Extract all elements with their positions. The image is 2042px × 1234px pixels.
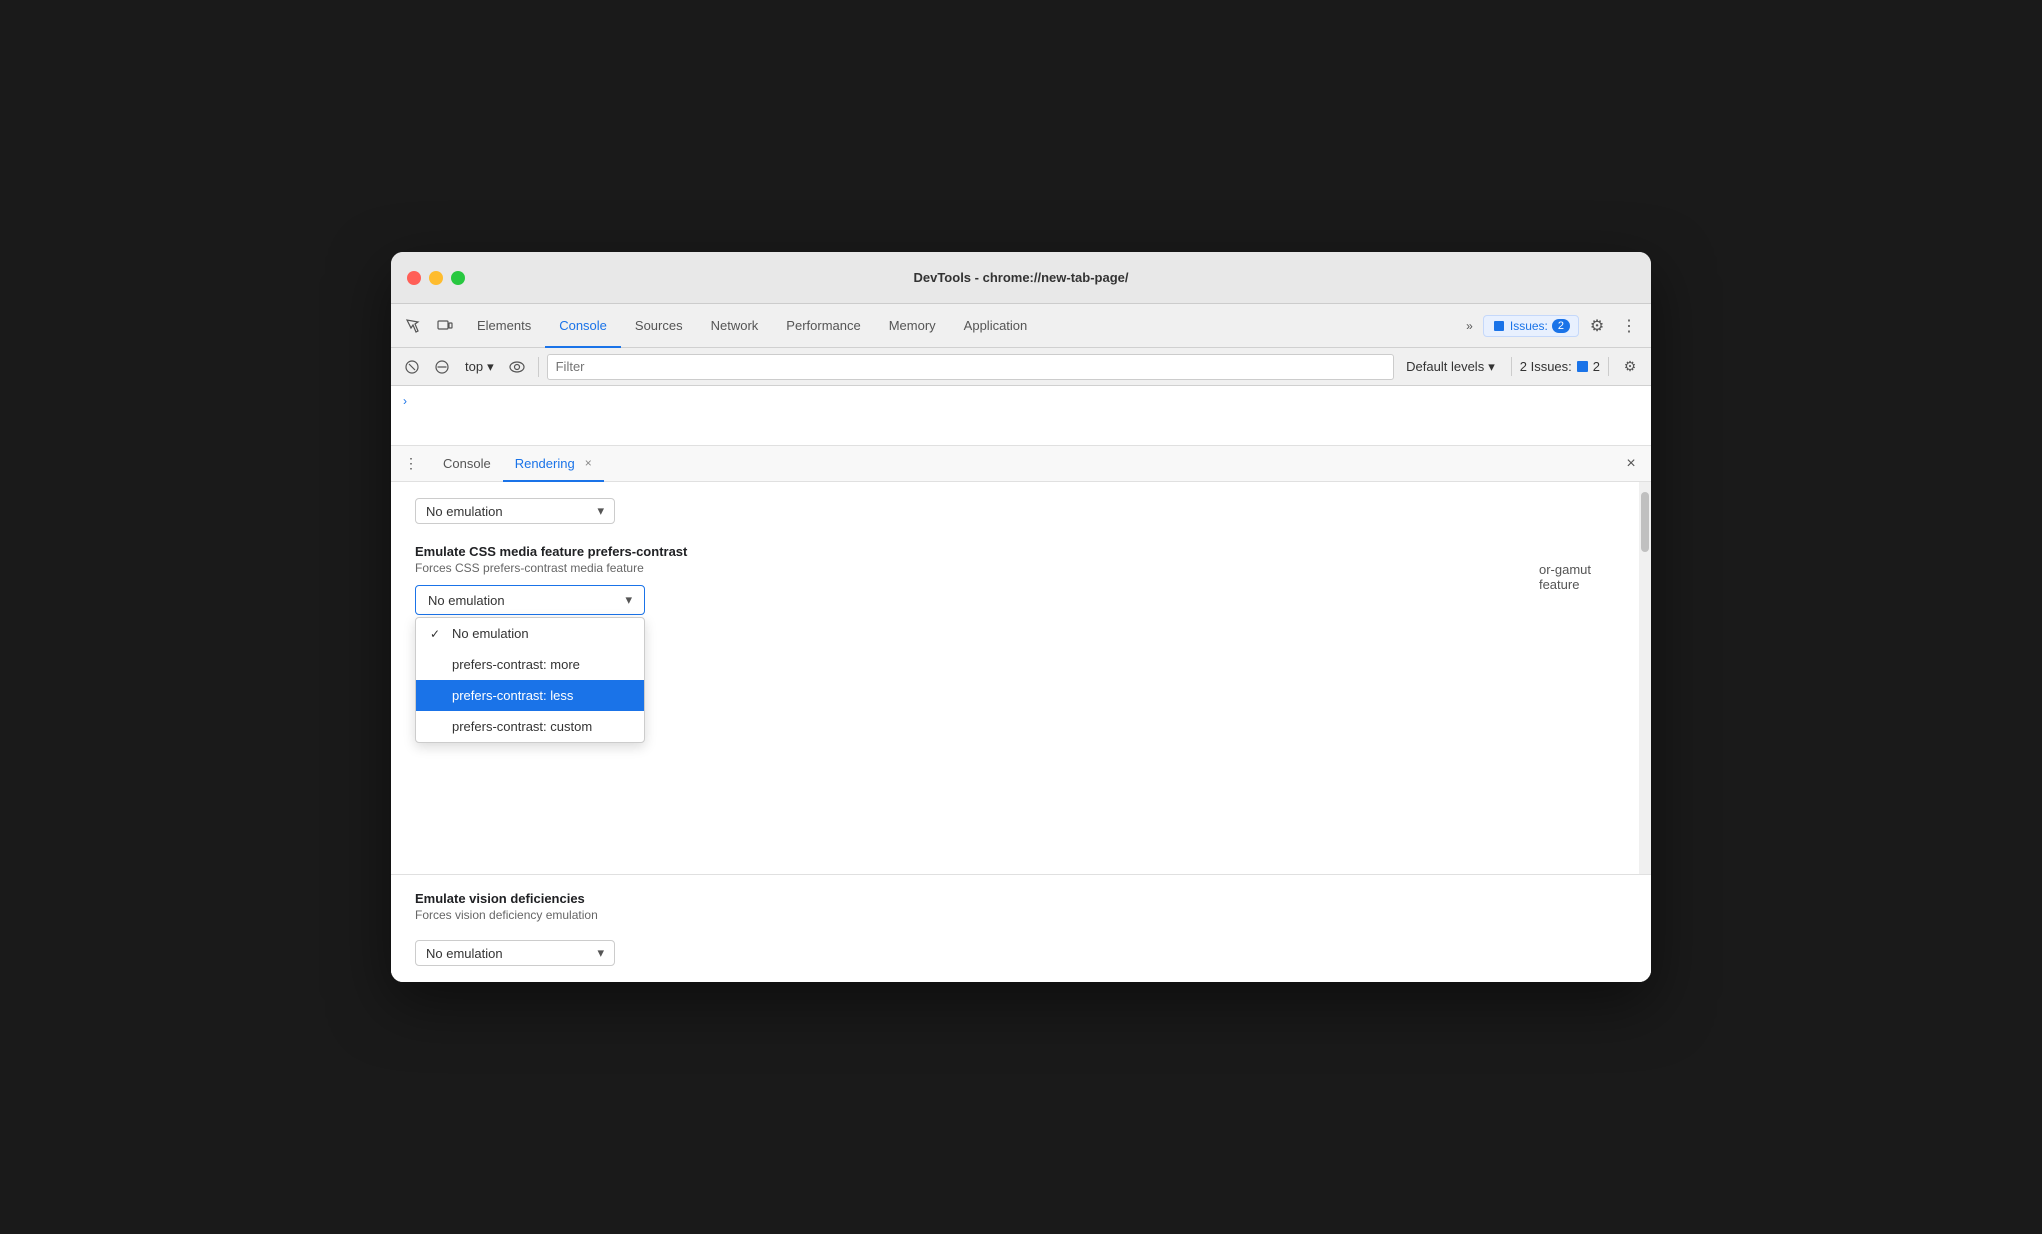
levels-label: Default levels [1406, 359, 1484, 374]
issues-badge: 2 [1552, 319, 1570, 333]
block-icon[interactable] [429, 354, 455, 380]
scrollbar[interactable] [1639, 482, 1651, 874]
vision-value: No emulation [426, 946, 503, 961]
menu-item-no-emulation[interactable]: ✓ No emulation [416, 618, 644, 649]
menu-item-label: prefers-contrast: more [452, 657, 580, 672]
vision-dropdown[interactable]: No emulation ▾ [415, 940, 615, 966]
prefers-contrast-dropdown[interactable]: No emulation ▾ [415, 585, 645, 615]
title-bar: DevTools - chrome://new-tab-page/ [391, 252, 1651, 304]
tab-sources[interactable]: Sources [621, 304, 697, 348]
prefers-contrast-arrow-icon: ▾ [625, 592, 632, 608]
panel-close-button[interactable]: × [1619, 452, 1643, 476]
right-line1: or-gamut [1539, 562, 1591, 577]
menu-item-less[interactable]: prefers-contrast: less [416, 680, 644, 711]
context-dropdown-icon: ▾ [487, 359, 494, 375]
panel-tab-console[interactable]: Console [431, 446, 503, 482]
issues-number: 2 [1593, 359, 1600, 374]
divider [538, 357, 539, 377]
prefers-contrast-menu: ✓ No emulation prefers-contrast: more pr… [415, 617, 645, 743]
inspect-element-icon[interactable] [399, 312, 427, 340]
tab-performance[interactable]: Performance [772, 304, 874, 348]
rendering-panel-content: No emulation ▾ Emulate CSS media feature… [391, 482, 1651, 874]
panel-tab-rendering[interactable]: Rendering × [503, 446, 604, 482]
vision-arrow-icon: ▾ [597, 945, 604, 961]
color-scheme-value: No emulation [426, 504, 503, 519]
menu-item-label: No emulation [452, 626, 529, 641]
panel-tabs: ⋮ Console Rendering × × [391, 446, 1651, 482]
more-tabs-button[interactable]: » [1460, 317, 1479, 335]
eye-icon[interactable] [504, 354, 530, 380]
console-toolbar: top ▾ Default levels ▾ 2 Issues: 2 ⚙ [391, 348, 1651, 386]
device-toolbar-icon[interactable] [431, 312, 459, 340]
tab-network[interactable]: Network [697, 304, 773, 348]
settings-icon[interactable]: ⚙ [1583, 312, 1611, 340]
devtools-window: DevTools - chrome://new-tab-page/ Elemen… [391, 252, 1651, 982]
menu-item-label: prefers-contrast: less [452, 688, 573, 703]
clear-console-icon[interactable] [399, 354, 425, 380]
menu-item-custom[interactable]: prefers-contrast: custom [416, 711, 644, 742]
context-selector[interactable]: top ▾ [459, 357, 500, 377]
prefers-contrast-desc: Forces CSS prefers-contrast media featur… [415, 561, 1627, 575]
panel-rendering-label: Rendering [515, 456, 575, 471]
vision-desc: Forces vision deficiency emulation [415, 908, 1627, 922]
filter-input[interactable] [547, 354, 1395, 380]
console-settings-icon[interactable]: ⚙ [1617, 354, 1643, 380]
minimize-button[interactable] [429, 271, 443, 285]
prefers-contrast-dropdown-wrapper: No emulation ▾ ✓ No emulation prefers-co… [415, 585, 645, 615]
scrollbar-thumb[interactable] [1641, 492, 1649, 552]
issues-label: Issues: [1510, 319, 1548, 333]
vision-title: Emulate vision deficiencies [415, 891, 1627, 906]
issues-prefix: 2 Issues: [1520, 359, 1572, 374]
color-scheme-arrow-icon: ▾ [597, 503, 604, 519]
issues-count-section[interactable]: 2 Issues: 2 [1511, 357, 1609, 376]
tab-application[interactable]: Application [950, 304, 1042, 348]
close-button[interactable] [407, 271, 421, 285]
vision-section: Emulate vision deficiencies Forces visio… [391, 874, 1651, 982]
tab-memory[interactable]: Memory [875, 304, 950, 348]
bottom-panel: ⋮ Console Rendering × × No emulation ▾ E… [391, 446, 1651, 982]
tab-bar-right: » Issues: 2 ⚙ ⋮ [1460, 312, 1643, 340]
more-options-icon[interactable]: ⋮ [1615, 312, 1643, 340]
panel-more-icon[interactable]: ⋮ [399, 452, 423, 476]
tab-bar: Elements Console Sources Network Perform… [391, 304, 1651, 348]
issues-button[interactable]: Issues: 2 [1483, 315, 1579, 337]
prefers-contrast-value: No emulation [428, 593, 505, 608]
prefers-contrast-title: Emulate CSS media feature prefers-contra… [415, 544, 1627, 559]
menu-item-label: prefers-contrast: custom [452, 719, 592, 734]
window-title: DevTools - chrome://new-tab-page/ [913, 270, 1128, 285]
tab-elements[interactable]: Elements [463, 304, 545, 348]
maximize-button[interactable] [451, 271, 465, 285]
panel-tab-close-icon[interactable]: × [585, 456, 592, 470]
levels-dropdown-icon: ▾ [1488, 359, 1495, 375]
traffic-lights [407, 271, 465, 285]
console-chevron-icon[interactable]: › [403, 394, 407, 408]
menu-item-more[interactable]: prefers-contrast: more [416, 649, 644, 680]
default-levels-button[interactable]: Default levels ▾ [1398, 357, 1503, 377]
panel-console-label: Console [443, 456, 491, 471]
check-mark-icon: ✓ [430, 627, 444, 641]
context-label: top [465, 359, 483, 374]
panel-content-area: No emulation ▾ Emulate CSS media feature… [391, 482, 1651, 982]
color-scheme-dropdown[interactable]: No emulation ▾ [415, 498, 615, 524]
console-output: › [391, 386, 1651, 446]
right-line2: feature [1539, 577, 1591, 592]
right-partial-content: or-gamut feature [1539, 562, 1591, 592]
tab-console[interactable]: Console [545, 304, 621, 348]
